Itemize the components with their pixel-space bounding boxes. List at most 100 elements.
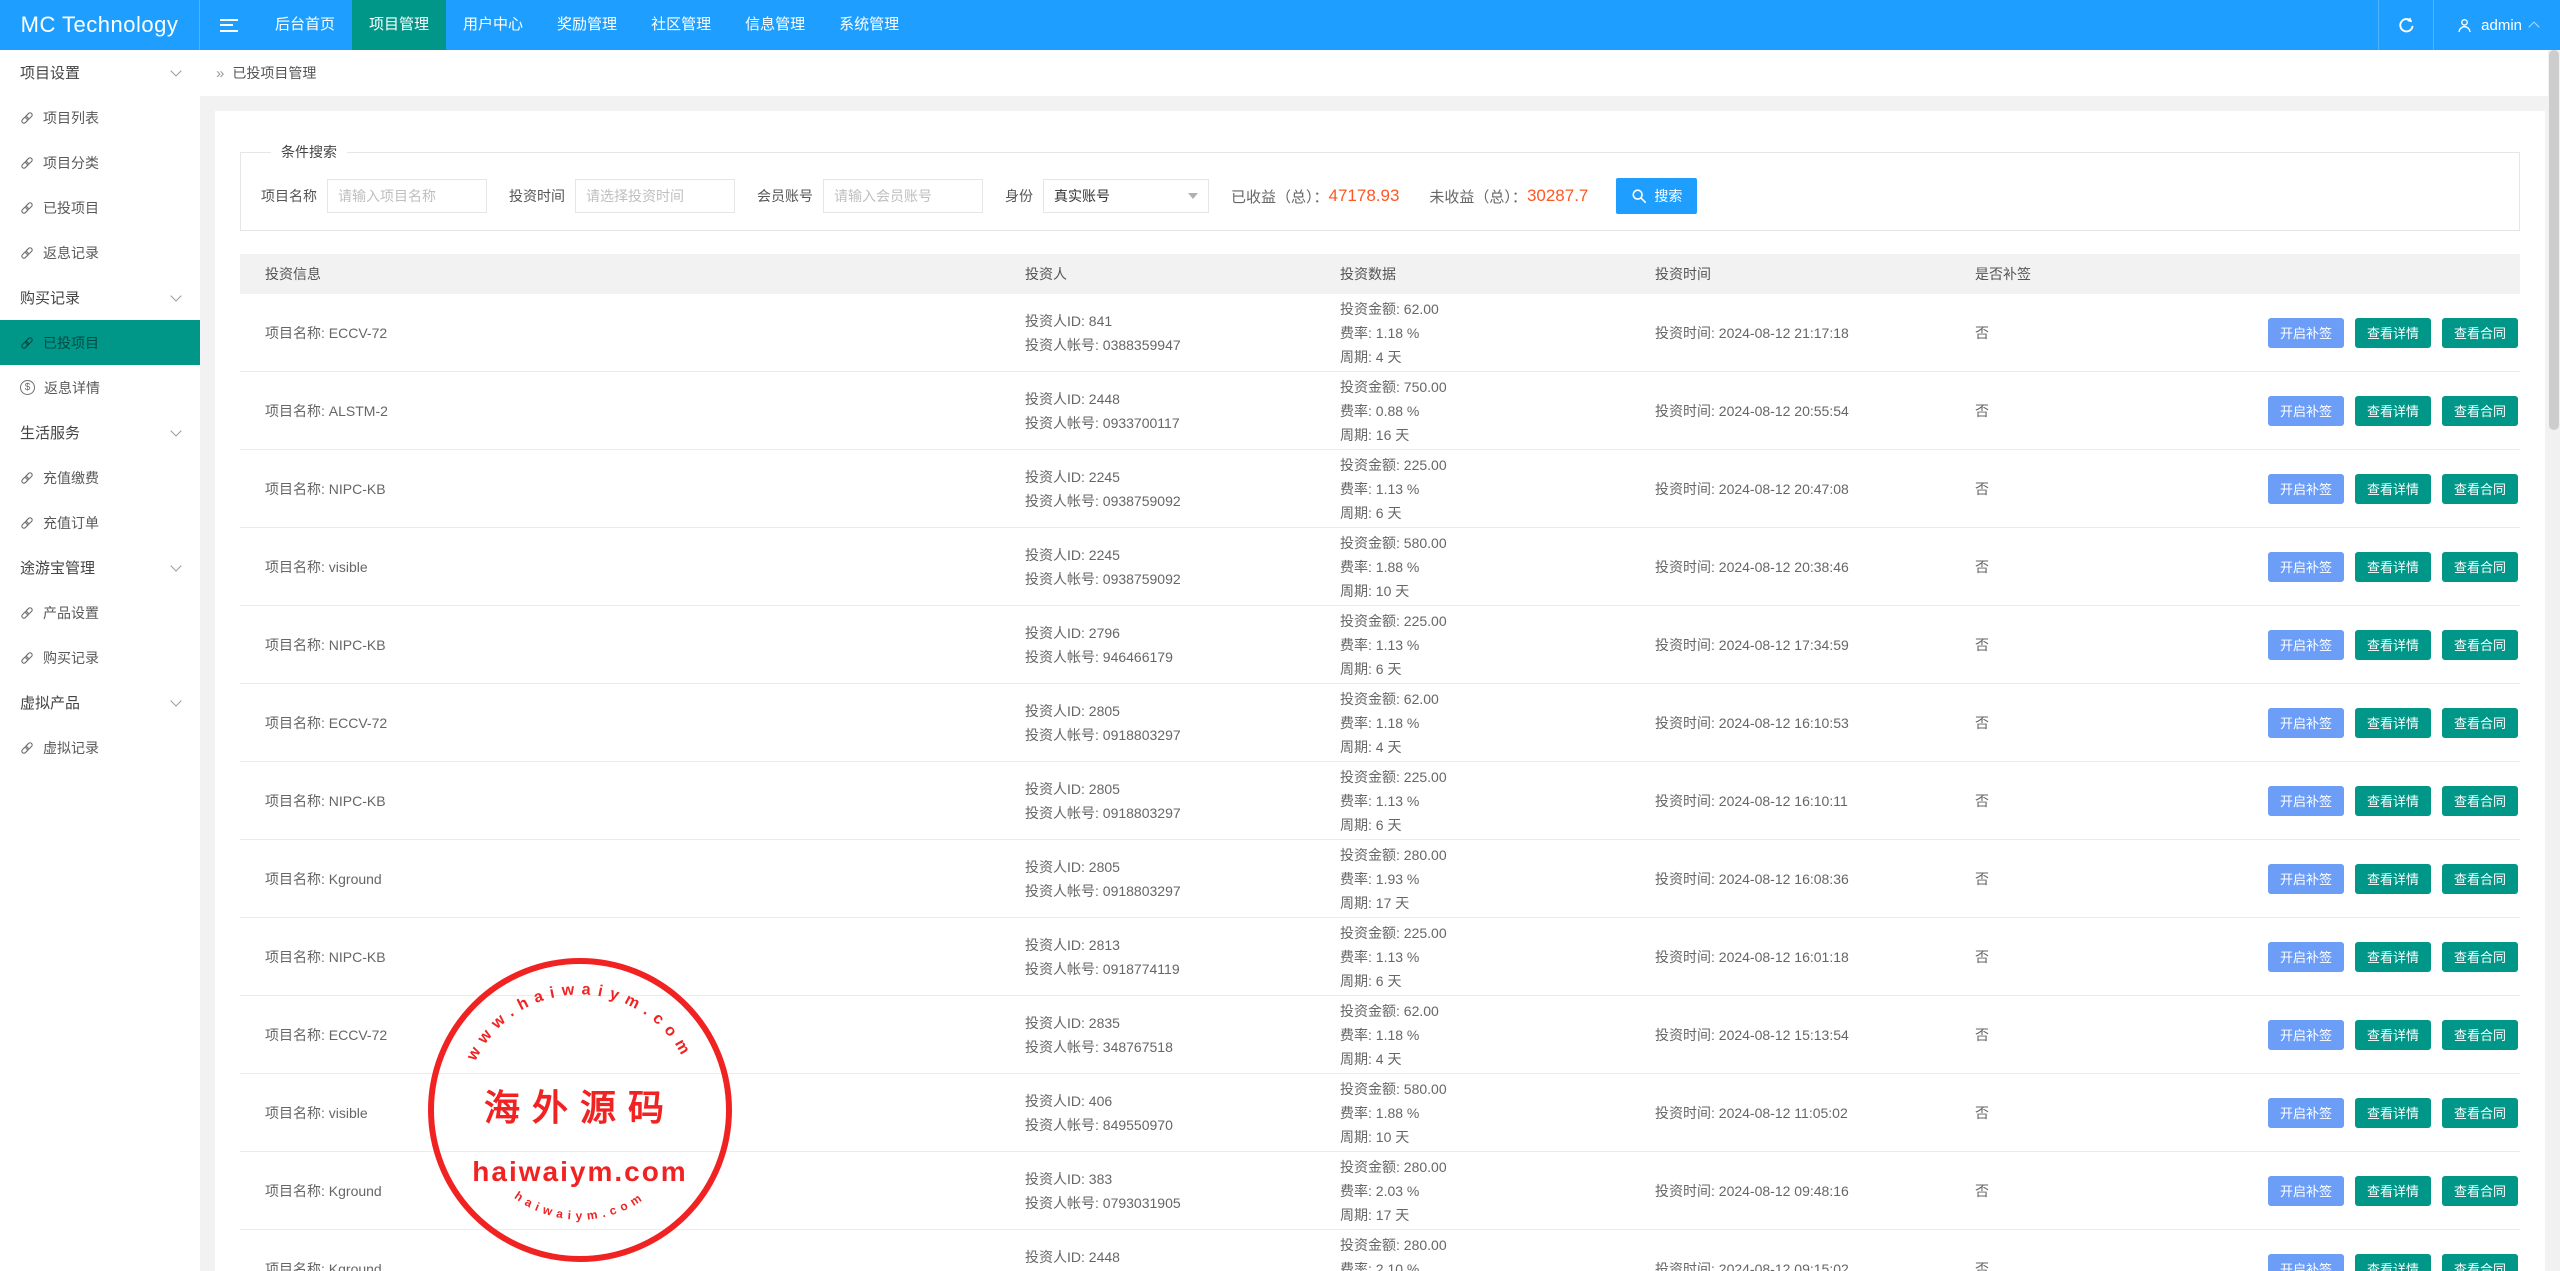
open-resign-button[interactable]: 开启补签 bbox=[2268, 942, 2344, 972]
item-label: 已投项目 bbox=[43, 333, 99, 353]
sidebar-group-purchase-records[interactable]: 购买记录 bbox=[0, 275, 200, 320]
invest-period: 周期: 17 天 bbox=[1340, 1203, 1655, 1227]
open-resign-button[interactable]: 开启补签 bbox=[2268, 1098, 2344, 1128]
resign-status: 否 bbox=[1975, 635, 2240, 655]
chevron-down-icon bbox=[170, 65, 181, 76]
view-contract-button[interactable]: 查看合同 bbox=[2442, 786, 2518, 816]
invest-time: 投资时间: 2024-08-12 21:17:18 bbox=[1655, 323, 1975, 343]
view-contract-button[interactable]: 查看合同 bbox=[2442, 630, 2518, 660]
search-button[interactable]: 搜索 bbox=[1616, 178, 1697, 214]
nav-item-info-management[interactable]: 信息管理 bbox=[728, 0, 822, 50]
view-contract-button[interactable]: 查看合同 bbox=[2442, 942, 2518, 972]
sidebar-item-purchase-records[interactable]: 购买记录 bbox=[0, 635, 200, 680]
view-details-button[interactable]: 查看详情 bbox=[2355, 942, 2431, 972]
view-details-button[interactable]: 查看详情 bbox=[2355, 318, 2431, 348]
identity-select[interactable]: 真实账号 bbox=[1043, 179, 1209, 213]
view-details-button[interactable]: 查看详情 bbox=[2355, 1254, 2431, 1271]
app-logo: MC Technology bbox=[0, 0, 200, 50]
sidebar-item-project-category[interactable]: 项目分类 bbox=[0, 140, 200, 185]
view-details-button[interactable]: 查看详情 bbox=[2355, 864, 2431, 894]
open-resign-button[interactable]: 开启补签 bbox=[2268, 1176, 2344, 1206]
view-details-button[interactable]: 查看详情 bbox=[2355, 630, 2431, 660]
nav-item-user-center[interactable]: 用户中心 bbox=[446, 0, 540, 50]
view-contract-button[interactable]: 查看合同 bbox=[2442, 1254, 2518, 1271]
sidebar-item-recharge-orders[interactable]: 充值订单 bbox=[0, 500, 200, 545]
view-details-button[interactable]: 查看详情 bbox=[2355, 474, 2431, 504]
open-resign-button[interactable]: 开启补签 bbox=[2268, 864, 2344, 894]
view-contract-button[interactable]: 查看合同 bbox=[2442, 1176, 2518, 1206]
project-name: 项目名称: ECCV-72 bbox=[240, 713, 1025, 733]
investor-id: 投资人ID: 406 bbox=[1025, 1089, 1340, 1113]
sidebar-group-life-services[interactable]: 生活服务 bbox=[0, 410, 200, 455]
item-label: 项目列表 bbox=[43, 108, 99, 128]
view-details-button[interactable]: 查看详情 bbox=[2355, 786, 2431, 816]
sidebar-toggle-button[interactable] bbox=[200, 0, 258, 50]
invest-time: 投资时间: 2024-08-12 09:48:16 bbox=[1655, 1181, 1975, 1201]
nav-item-reward-management[interactable]: 奖励管理 bbox=[540, 0, 634, 50]
sidebar-item-interest-records[interactable]: 返息记录 bbox=[0, 230, 200, 275]
view-contract-button[interactable]: 查看合同 bbox=[2442, 864, 2518, 894]
view-contract-button[interactable]: 查看合同 bbox=[2442, 474, 2518, 504]
sidebar-group-virtual-products[interactable]: 虚拟产品 bbox=[0, 680, 200, 725]
sidebar-item-project-list[interactable]: 项目列表 bbox=[0, 95, 200, 140]
open-resign-button[interactable]: 开启补签 bbox=[2268, 1254, 2344, 1271]
sidebar-item-invested-projects[interactable]: 已投项目 bbox=[0, 185, 200, 230]
sidebar-item-product-settings[interactable]: 产品设置 bbox=[0, 590, 200, 635]
open-resign-button[interactable]: 开启补签 bbox=[2268, 318, 2344, 348]
open-resign-button[interactable]: 开启补签 bbox=[2268, 474, 2344, 504]
open-resign-button[interactable]: 开启补签 bbox=[2268, 786, 2344, 816]
view-details-button[interactable]: 查看详情 bbox=[2355, 1098, 2431, 1128]
user-menu[interactable]: admin bbox=[2434, 0, 2560, 50]
view-contract-button[interactable]: 查看合同 bbox=[2442, 396, 2518, 426]
view-details-button[interactable]: 查看详情 bbox=[2355, 552, 2431, 582]
invest-amount: 投资金额: 225.00 bbox=[1340, 609, 1655, 633]
table-row: 项目名称: ECCV-72 投资人ID: 2805 投资人帐号: 0918803… bbox=[240, 684, 2520, 762]
sidebar-item-recharge-payment[interactable]: 充值缴费 bbox=[0, 455, 200, 500]
view-contract-button[interactable]: 查看合同 bbox=[2442, 1020, 2518, 1050]
link-icon bbox=[20, 201, 34, 215]
view-details-button[interactable]: 查看详情 bbox=[2355, 708, 2431, 738]
view-details-button[interactable]: 查看详情 bbox=[2355, 1020, 2431, 1050]
nav-item-community-management[interactable]: 社区管理 bbox=[634, 0, 728, 50]
top-nav: 后台首页 项目管理 用户中心 奖励管理 社区管理 信息管理 系统管理 bbox=[258, 0, 916, 50]
totals: 已收益（总）： 47178.93 未收益（总）： 30287.7 bbox=[1231, 186, 1588, 207]
sidebar-group-project-settings[interactable]: 项目设置 bbox=[0, 50, 200, 95]
view-details-button[interactable]: 查看详情 bbox=[2355, 1176, 2431, 1206]
open-resign-button[interactable]: 开启补签 bbox=[2268, 552, 2344, 582]
nav-item-dashboard[interactable]: 后台首页 bbox=[258, 0, 352, 50]
view-contract-button[interactable]: 查看合同 bbox=[2442, 318, 2518, 348]
refresh-button[interactable] bbox=[2378, 0, 2434, 50]
view-details-button[interactable]: 查看详情 bbox=[2355, 396, 2431, 426]
project-name: 项目名称: visible bbox=[240, 557, 1025, 577]
refresh-icon bbox=[2397, 16, 2416, 35]
main-content: 条件搜索 项目名称 投资时间 会员账号 身份 真实账号 已收益（总）： 4717… bbox=[200, 96, 2560, 1271]
sidebar-item-interest-details[interactable]: $ 返息详情 bbox=[0, 365, 200, 410]
view-contract-button[interactable]: 查看合同 bbox=[2442, 1098, 2518, 1128]
view-contract-button[interactable]: 查看合同 bbox=[2442, 708, 2518, 738]
invest-time: 投资时间: 2024-08-12 20:55:54 bbox=[1655, 401, 1975, 421]
page-scrollbar[interactable] bbox=[2548, 50, 2560, 1271]
group-label: 项目设置 bbox=[20, 62, 80, 83]
table-row: 项目名称: NIPC-KB 投资人ID: 2813 投资人帐号: 0918774… bbox=[240, 918, 2520, 996]
investor-id: 投资人ID: 2805 bbox=[1025, 855, 1340, 879]
sidebar-item-virtual-records[interactable]: 虚拟记录 bbox=[0, 725, 200, 770]
open-resign-button[interactable]: 开启补签 bbox=[2268, 630, 2344, 660]
scrollbar-thumb[interactable] bbox=[2549, 50, 2559, 430]
open-resign-button[interactable]: 开启补签 bbox=[2268, 708, 2344, 738]
sidebar-item-invested-projects-active[interactable]: 已投项目 bbox=[0, 320, 200, 365]
invest-time: 投资时间: 2024-08-12 20:47:08 bbox=[1655, 479, 1975, 499]
project-name: 项目名称: NIPC-KB bbox=[240, 947, 1025, 967]
nav-item-project-management[interactable]: 项目管理 bbox=[352, 0, 446, 50]
invest-time: 投资时间: 2024-08-12 16:10:11 bbox=[1655, 791, 1975, 811]
invest-time-input[interactable] bbox=[575, 179, 735, 213]
nav-item-system-management[interactable]: 系统管理 bbox=[822, 0, 916, 50]
member-account-input[interactable] bbox=[823, 179, 983, 213]
sidebar-group-tuyoubao-management[interactable]: 途游宝管理 bbox=[0, 545, 200, 590]
open-resign-button[interactable]: 开启补签 bbox=[2268, 396, 2344, 426]
group-label: 途游宝管理 bbox=[20, 557, 95, 578]
investor-id: 投资人ID: 2813 bbox=[1025, 933, 1340, 957]
open-resign-button[interactable]: 开启补签 bbox=[2268, 1020, 2344, 1050]
view-contract-button[interactable]: 查看合同 bbox=[2442, 552, 2518, 582]
project-name-input[interactable] bbox=[327, 179, 487, 213]
invest-period: 周期: 10 天 bbox=[1340, 1125, 1655, 1149]
